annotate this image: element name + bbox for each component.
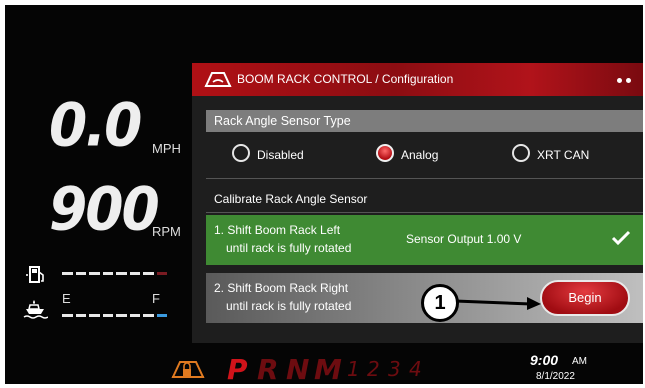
- rpm-value: 900: [49, 174, 160, 244]
- page-dot-2: [626, 78, 631, 83]
- step-1-row: 1. Shift Boom Rack Left until rack is fu…: [206, 215, 643, 265]
- display-screen: 0.0 MPH 900 RPM E F BOOM RACK CONTROL / …: [5, 5, 643, 384]
- radio-analog-label: Analog: [401, 148, 439, 162]
- divider: [206, 178, 643, 179]
- speed-unit: MPH: [152, 141, 181, 156]
- step-1-line1: 1. Shift Boom Rack Left: [214, 223, 341, 237]
- callout-number: 1: [421, 284, 459, 322]
- gear-3: 3: [388, 357, 401, 381]
- tank-gauge: [62, 314, 167, 317]
- gear-4: 4: [409, 357, 422, 381]
- clock-time: 9:00: [530, 352, 559, 368]
- panel-title: BOOM RACK CONTROL / Configuration: [237, 72, 454, 86]
- radio-disabled-label: Disabled: [257, 148, 304, 162]
- step-2-line2: until rack is fully rotated: [226, 299, 352, 313]
- panel-header: BOOM RACK CONTROL / Configuration: [192, 63, 643, 96]
- calibrate-title: Calibrate Rack Angle Sensor: [214, 192, 368, 206]
- boat-tank-icon: [22, 296, 49, 327]
- rpm-unit: RPM: [152, 224, 181, 239]
- tank-full-label: F: [152, 291, 160, 306]
- step-2-line1: 2. Shift Boom Rack Right: [214, 281, 349, 295]
- fuel-pump-icon: [25, 264, 47, 291]
- radio-analog[interactable]: [376, 144, 394, 162]
- gear-1: 1: [347, 357, 360, 381]
- gear-m[interactable]: M: [314, 353, 342, 384]
- speed-value: 0.0: [49, 90, 142, 160]
- radio-xrt-can[interactable]: [512, 144, 530, 162]
- boom-rack-icon: [203, 69, 233, 94]
- step-1-line2: until rack is fully rotated: [226, 241, 352, 255]
- config-panel: BOOM RACK CONTROL / Configuration Rack A…: [192, 63, 643, 343]
- divider: [206, 212, 643, 213]
- fuel-gauge: [62, 272, 167, 275]
- check-icon: [611, 230, 631, 249]
- tank-empty-label: E: [62, 291, 71, 306]
- gear-r[interactable]: R: [257, 353, 279, 384]
- begin-button[interactable]: Begin: [540, 280, 630, 316]
- sensor-type-title: Rack Angle Sensor Type: [214, 114, 351, 128]
- page-dot-1: [617, 78, 622, 83]
- callout-arrow: [455, 297, 541, 310]
- gear-2: 2: [367, 357, 380, 381]
- radio-xrt-can-label: XRT CAN: [537, 148, 590, 162]
- gear-n[interactable]: N: [286, 353, 309, 384]
- rack-lock-icon: [170, 357, 206, 384]
- sensor-output: Sensor Output 1.00 V: [406, 232, 522, 246]
- sensor-type-section: Rack Angle Sensor Type: [206, 110, 643, 132]
- radio-disabled[interactable]: [232, 144, 250, 162]
- clock-ampm: AM: [572, 356, 587, 367]
- gear-p[interactable]: P: [227, 353, 248, 384]
- clock-date: 8/1/2022: [536, 371, 575, 382]
